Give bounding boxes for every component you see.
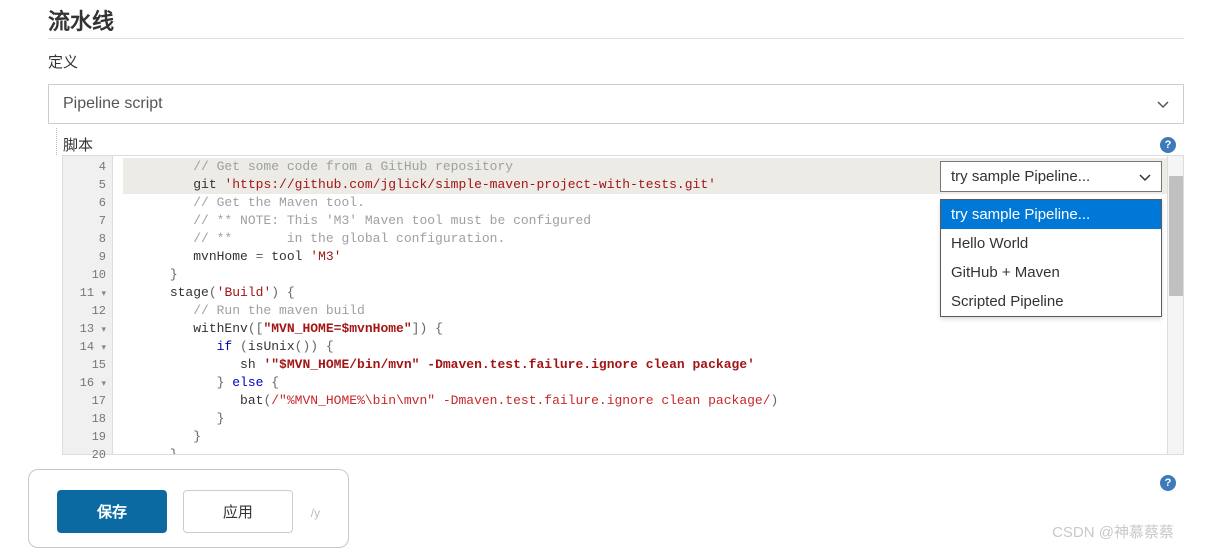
gutter-line: 15 <box>65 356 106 374</box>
help-icon[interactable]: ? <box>1160 137 1176 153</box>
sample-pipeline-dropdown[interactable]: try sample Pipeline...Hello WorldGitHub … <box>940 199 1162 317</box>
code-line[interactable]: } else { <box>123 374 1183 392</box>
gutter-line: 19 <box>65 428 106 446</box>
sample-pipeline-select[interactable]: try sample Pipeline... <box>940 161 1162 192</box>
definition-selected: Pipeline script <box>63 95 163 113</box>
page-section-title: 流水线 <box>48 0 1184 39</box>
gutter-line: 13 ▾ <box>65 320 106 338</box>
code-line[interactable]: } <box>123 410 1183 428</box>
sample-option[interactable]: Hello World <box>941 229 1161 258</box>
code-line[interactable]: } <box>123 446 1183 454</box>
sample-selected-label: try sample Pipeline... <box>951 168 1090 185</box>
gutter-line: 5 <box>65 176 106 194</box>
script-label: 脚本 <box>63 134 93 155</box>
save-button[interactable]: 保存 <box>57 490 167 533</box>
gutter-line: 12 <box>65 302 106 320</box>
sample-option[interactable]: GitHub + Maven <box>941 258 1161 287</box>
code-line[interactable]: } <box>123 428 1183 446</box>
button-dock: 保存 应用 /y <box>28 469 349 548</box>
gutter-line: 8 <box>65 230 106 248</box>
definition-label: 定义 <box>48 51 1184 72</box>
gutter-line: 18 <box>65 410 106 428</box>
gutter-line: 11 ▾ <box>65 284 106 302</box>
code-line[interactable]: withEnv(["MVN_HOME=$mvnHome"]) { <box>123 320 1183 338</box>
gutter-line: 10 <box>65 266 106 284</box>
apply-button[interactable]: 应用 <box>183 490 293 533</box>
watermark: CSDN @神慕蔡蔡 <box>1052 521 1184 542</box>
gutter-line: 14 ▾ <box>65 338 106 356</box>
gutter-line: 9 <box>65 248 106 266</box>
definition-select[interactable]: Pipeline script <box>48 84 1184 124</box>
editor-gutter: 4567891011 ▾1213 ▾14 ▾1516 ▾17181920 <box>63 156 113 454</box>
scroll-thumb[interactable] <box>1169 176 1183 296</box>
gutter-line: 17 <box>65 392 106 410</box>
gutter-line: 16 ▾ <box>65 374 106 392</box>
code-line[interactable]: sh '"$MVN_HOME/bin/mvn" -Dmaven.test.fai… <box>123 356 1183 374</box>
code-line[interactable]: bat(/"%MVN_HOME%\bin\mvn" -Dmaven.test.f… <box>123 392 1183 410</box>
gutter-line: 4 <box>65 158 106 176</box>
dock-hint: /y <box>311 506 320 520</box>
sample-option[interactable]: Scripted Pipeline <box>941 287 1161 316</box>
chevron-down-icon <box>1157 98 1169 110</box>
help-icon[interactable]: ? <box>1160 475 1176 491</box>
sample-option[interactable]: try sample Pipeline... <box>941 200 1161 229</box>
gutter-line: 20 <box>65 446 106 464</box>
gutter-line: 7 <box>65 212 106 230</box>
code-line[interactable]: if (isUnix()) { <box>123 338 1183 356</box>
chevron-down-icon <box>1139 171 1151 183</box>
gutter-line: 6 <box>65 194 106 212</box>
vertical-scrollbar[interactable] <box>1167 156 1183 454</box>
